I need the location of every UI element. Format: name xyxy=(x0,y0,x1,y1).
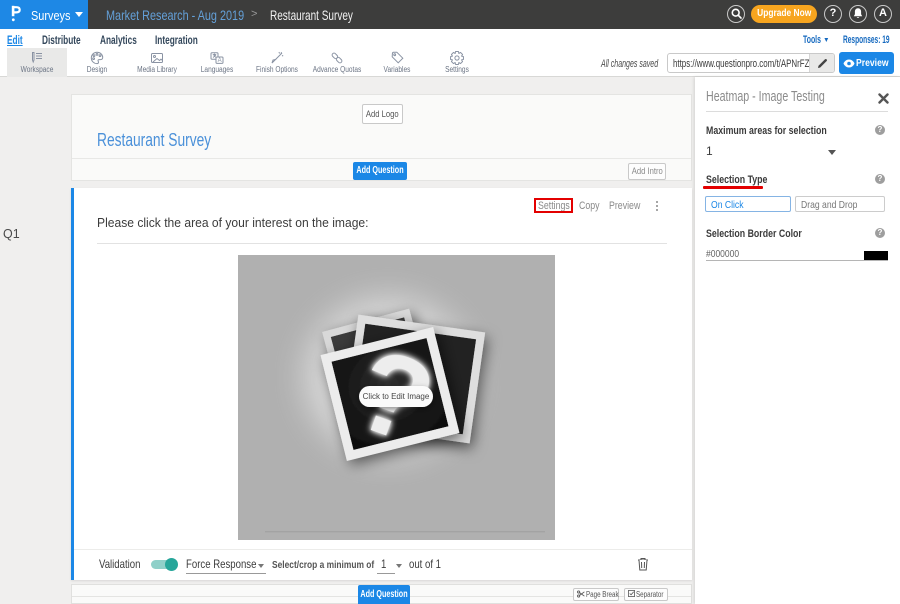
svg-text:Click to Edit Image: Click to Edit Image xyxy=(363,392,430,401)
svg-text:A: A xyxy=(218,58,222,64)
